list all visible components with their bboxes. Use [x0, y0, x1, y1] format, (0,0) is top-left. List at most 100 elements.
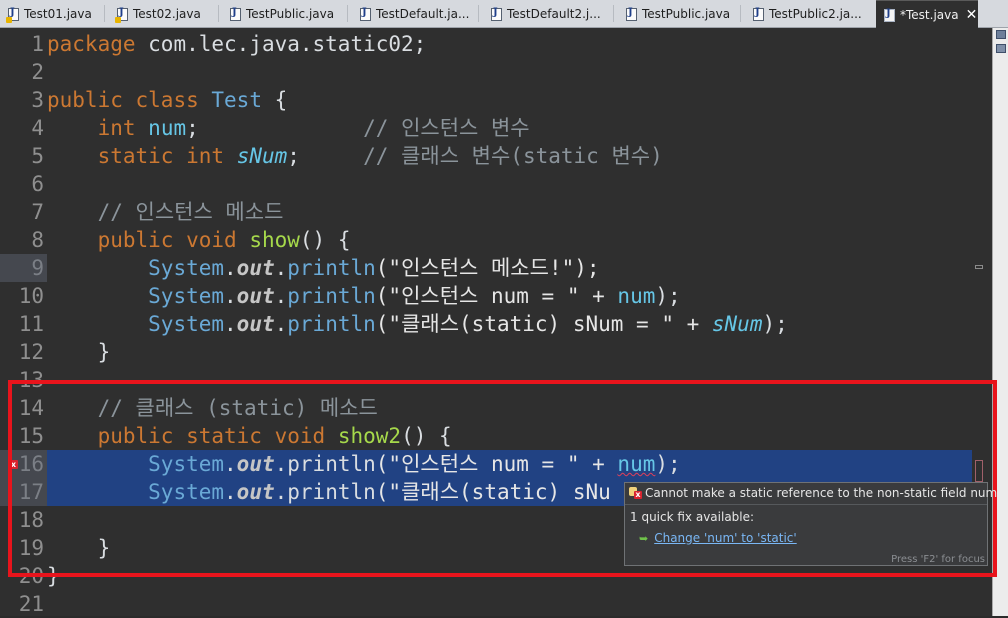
error-hover-popup: Cannot make a static reference to the no… — [624, 482, 997, 566]
tab-divider — [613, 5, 614, 22]
tab-testdefault2[interactable]: TestDefault2.j... — [483, 2, 613, 26]
dot: . — [224, 452, 237, 476]
code-line-6[interactable]: 6 — [0, 170, 972, 198]
code-line-13[interactable]: 13 — [0, 366, 972, 394]
line-number: 21 — [18, 592, 44, 616]
side-toolbar — [992, 28, 1008, 616]
tab-test-active[interactable]: *Test.java ✕ — [876, 0, 978, 29]
keyword: static — [97, 144, 174, 168]
field-name: num — [617, 284, 656, 308]
tab-testpublic2[interactable]: TestPublic2.ja... — [745, 2, 875, 26]
class-name: System — [148, 480, 225, 504]
code-line-8[interactable]: 8 public void show() { — [0, 226, 972, 254]
method-name: show2 — [337, 424, 402, 448]
tab-label: *Test.java — [900, 8, 959, 22]
code-line-2[interactable]: 2 — [0, 58, 972, 86]
tab-test02[interactable]: Test02.java — [109, 2, 219, 26]
code-line-20[interactable]: 20} — [0, 562, 972, 590]
editor-tab-bar: Test01.java Test02.java TestPublic.java … — [0, 0, 1008, 29]
code-line-16[interactable]: 16 System.out.println("인스턴스 num = " + nu… — [0, 450, 972, 478]
code-line-10[interactable]: 10 System.out.println("인스턴스 num = " + nu… — [0, 282, 972, 310]
line-number: 16 — [0, 450, 47, 478]
keyword: class — [135, 88, 199, 112]
code-line-9[interactable]: 9 System.out.println("인스턴스 메소드!"); — [0, 254, 972, 282]
comment: // 클래스 (static) 메소드 — [97, 396, 378, 420]
brace: } — [97, 340, 111, 364]
keyword: public — [47, 88, 123, 112]
code-line-3[interactable]: 3 public class Test { — [0, 86, 972, 114]
dot: . — [274, 452, 288, 476]
dot: . — [274, 256, 288, 280]
error-marker-icon[interactable]: x — [9, 460, 18, 469]
tab-divider — [104, 5, 105, 22]
line-number: 7 — [31, 200, 44, 224]
static-field-name: sNum — [236, 144, 288, 168]
quick-fix-link[interactable]: Change 'num' to 'static' — [654, 531, 796, 545]
dot: . — [274, 284, 288, 308]
quick-fix-item[interactable]: ➥ Change 'num' to 'static' — [625, 527, 987, 549]
semicolon: ; — [186, 116, 199, 140]
tab-label: TestPublic2.ja... — [769, 7, 862, 21]
occurrence-mark[interactable] — [975, 265, 983, 269]
dot: . — [224, 284, 237, 308]
method-params: () { — [401, 424, 452, 448]
line-number: 2 — [31, 60, 44, 84]
class-name: System — [148, 312, 225, 336]
line-number: 19 — [18, 536, 44, 560]
string-literal: ("클래스(static) sNum = " + — [375, 312, 712, 336]
keyword: public — [97, 228, 174, 252]
close-icon[interactable]: ✕ — [966, 7, 978, 23]
code-line-4[interactable]: 4 int num; // 인스턴스 변수 — [0, 114, 972, 142]
line-number: 18 — [18, 508, 44, 532]
paren-close: ); — [762, 312, 788, 336]
error-lightbulb-icon — [629, 487, 642, 499]
string-literal: ("인스턴스 num = " + — [375, 284, 618, 308]
class-name: Test — [211, 88, 262, 112]
keyword: int — [186, 144, 225, 168]
keyword: public — [97, 424, 174, 448]
tab-label: TestPublic.java — [246, 7, 335, 21]
dot: . — [274, 312, 288, 336]
line-number: 12 — [18, 340, 44, 364]
brace: } — [97, 536, 111, 560]
code-line-12[interactable]: 12 } — [0, 338, 972, 366]
line-number: 20 — [18, 564, 44, 588]
tab-divider — [478, 5, 479, 22]
error-field-reference[interactable]: num — [617, 452, 655, 476]
line-number: 13 — [18, 368, 44, 392]
quick-fix-arrow-icon: ➥ — [639, 532, 649, 545]
outline-icon[interactable] — [996, 30, 1006, 39]
tab-label: TestDefault2.j... — [507, 7, 601, 21]
class-name: System — [148, 284, 225, 308]
field-name: num — [148, 116, 187, 140]
tab-divider — [740, 5, 741, 22]
hierarchy-icon[interactable] — [996, 44, 1006, 53]
code-line-7[interactable]: 7 // 인스턴스 메소드 — [0, 198, 972, 226]
line-number: 17 — [0, 478, 47, 506]
error-overview-mark[interactable] — [975, 460, 983, 482]
brace: } — [47, 564, 60, 588]
tab-label: TestPublic.java — [642, 7, 731, 21]
line-number: 14 — [18, 396, 44, 420]
string-literal: ("클래스(static) sNu — [375, 480, 611, 504]
tab-test01[interactable]: Test01.java — [0, 2, 104, 26]
line-number: 4 — [31, 116, 44, 140]
tab-testdefault[interactable]: TestDefault.ja... — [352, 2, 480, 26]
java-file-icon — [6, 7, 19, 23]
method-name: show — [249, 228, 300, 252]
code-line-5[interactable]: 5 static int sNum; // 클래스 변수(static 변수) — [0, 142, 972, 170]
code-line-15[interactable]: 15 public static void show2() { — [0, 422, 972, 450]
tab-testpublic-2[interactable]: TestPublic.java — [618, 2, 740, 26]
code-line-21[interactable]: 21 — [0, 590, 972, 618]
keyword: package — [47, 32, 136, 56]
java-file-icon — [360, 7, 371, 21]
code-line-11[interactable]: 11 System.out.println("클래스(static) sNum … — [0, 310, 972, 338]
tab-label: TestDefault.ja... — [376, 7, 470, 21]
quick-fix-count: 1 quick fix available: — [630, 510, 755, 524]
error-message: Cannot make a static reference to the no… — [645, 486, 998, 500]
code-line-14[interactable]: 14 // 클래스 (static) 메소드 — [0, 394, 972, 422]
static-field-name: sNum — [711, 312, 763, 336]
tab-label: Test01.java — [24, 7, 92, 21]
code-line-1[interactable]: 1 package com.lec.java.static02; — [0, 30, 972, 58]
tab-testpublic[interactable]: TestPublic.java — [222, 2, 346, 26]
